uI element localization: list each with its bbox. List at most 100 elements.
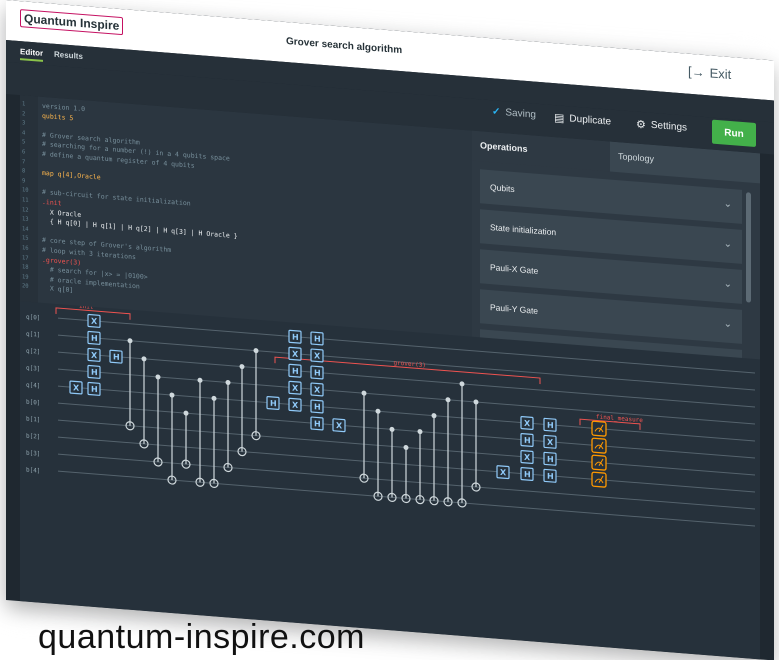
- code-line[interactable]: map q[4],Oracle: [42, 169, 101, 182]
- gate-label: H: [314, 402, 321, 412]
- gate-label: X: [336, 421, 343, 431]
- gate-label: H: [314, 419, 321, 429]
- code-line[interactable]: qubits 5: [42, 111, 73, 121]
- control-dot: [473, 399, 479, 405]
- qubit-wire: [58, 385, 755, 442]
- gate-label: H: [91, 385, 98, 395]
- line-number: 1: [22, 101, 26, 108]
- qubit-label: b[1]: [26, 416, 40, 424]
- control-dot: [445, 397, 451, 403]
- qubit-label: q[3]: [26, 365, 40, 373]
- line-number: 10: [22, 187, 29, 195]
- gate-label: H: [113, 352, 120, 362]
- control-dot: [197, 377, 203, 383]
- operation-label: Pauli-Y Gate: [490, 302, 539, 316]
- qubit-wire: [58, 368, 755, 425]
- chevron-down-icon: ⌄: [723, 318, 732, 331]
- line-number: 16: [22, 245, 29, 252]
- screenshot-scene: Quantum Inspire Grover search algorithm …: [0, 0, 779, 660]
- line-number: 11: [22, 197, 29, 204]
- duplicate-label: Duplicate: [569, 113, 612, 128]
- gear-icon: ⚙: [636, 118, 646, 132]
- tab-editor[interactable]: Editor: [20, 47, 44, 62]
- operation-label: State initialization: [490, 222, 557, 238]
- gate-label: H: [91, 368, 98, 378]
- gate-label: X: [314, 385, 321, 395]
- line-number: 20: [22, 283, 29, 291]
- qubit-label: b[4]: [26, 467, 40, 475]
- line-number: 8: [22, 168, 26, 175]
- gate-label: X: [91, 317, 98, 327]
- saving-label: Saving: [505, 107, 536, 121]
- check-icon: ✓: [492, 106, 501, 118]
- gate-label: X: [292, 350, 299, 360]
- footer-url: quantum-inspire.com: [38, 618, 365, 656]
- logo[interactable]: Quantum Inspire: [20, 9, 124, 36]
- qubit-label: q[1]: [26, 331, 40, 339]
- qubit-label: q[4]: [26, 382, 40, 390]
- line-number: 4: [22, 130, 26, 137]
- gate-label: H: [524, 470, 531, 480]
- code-editor[interactable]: 1 2 3 4 5 6 7 8 9 10 11 12 13 14 15 16 17 18 19 20 version …: [20, 95, 472, 341]
- run-button[interactable]: Run: [712, 119, 756, 148]
- control-dot: [389, 426, 395, 432]
- control-dot: [211, 395, 217, 401]
- line-number: 19: [22, 274, 29, 281]
- control-dot: [417, 429, 423, 435]
- control-dot: [155, 374, 161, 380]
- operations-scrollbar[interactable]: [746, 192, 751, 303]
- qubit-label: b[3]: [26, 450, 40, 458]
- exit-icon: [→: [688, 63, 705, 80]
- line-number: 5: [22, 139, 26, 146]
- gate-label: H: [547, 421, 554, 431]
- gate-label: H: [270, 399, 277, 409]
- chevron-down-icon: ⌄: [723, 278, 732, 291]
- control-dot: [375, 408, 381, 414]
- control-dot: [183, 410, 189, 416]
- line-number: 15: [22, 235, 29, 243]
- page-title: Grover search algorithm: [286, 36, 403, 57]
- gate-label: X: [292, 401, 299, 411]
- subcircuit-label: grover(3): [394, 360, 426, 370]
- gate-label: X: [314, 351, 321, 361]
- exit-label: Exit: [709, 65, 732, 83]
- code-line[interactable]: X q[0]: [42, 284, 74, 295]
- chevron-down-icon: ⌄: [723, 238, 732, 251]
- settings-button[interactable]: ⚙ Settings: [636, 118, 687, 135]
- duplicate-button[interactable]: ▤ Duplicate: [554, 111, 611, 128]
- gate-label: H: [314, 334, 321, 344]
- gate-label: H: [91, 334, 98, 344]
- gate-label: X: [547, 438, 554, 448]
- qubit-label: q[2]: [26, 348, 40, 356]
- operation-label: Qubits: [490, 182, 515, 195]
- line-number: 14: [22, 226, 29, 233]
- line-number: 9: [22, 178, 26, 185]
- circuit-diagram: q[0] q[1] q[2] q[3] q[4] b[0] b[1] b[2] b[3] b[4]…: [26, 303, 755, 527]
- qubit-label: b[0]: [26, 399, 40, 407]
- app-window: Quantum Inspire Grover search algorithm …: [6, 0, 774, 660]
- gate-label: X: [500, 468, 507, 478]
- gate-label: H: [292, 367, 299, 377]
- control-dot: [361, 390, 367, 396]
- exit-button[interactable]: [→ Exit: [688, 64, 731, 82]
- gate-label: H: [547, 455, 554, 465]
- copy-icon: ▤: [554, 112, 565, 125]
- tab-results[interactable]: Results: [54, 50, 83, 61]
- line-number: 18: [22, 264, 29, 271]
- chevron-down-icon: ⌄: [723, 198, 732, 211]
- code-line[interactable]: { H q[0] | H q[1] | H q[2] | H q[3] | H …: [42, 217, 238, 241]
- circuit-view[interactable]: q[0] q[1] q[2] q[3] q[4] b[0] b[1] b[2] b[3] b[4]…: [20, 301, 760, 660]
- gate-label: H: [524, 436, 531, 446]
- gate-label: H: [547, 472, 554, 482]
- line-number: 3: [22, 120, 26, 127]
- code-line[interactable]: # sub-circuit for state initialization: [42, 188, 191, 208]
- control-dot: [253, 348, 259, 354]
- gate-label: H: [314, 368, 321, 378]
- control-dot: [459, 381, 465, 387]
- gate-label: X: [524, 453, 531, 463]
- control-dot: [431, 413, 437, 419]
- code-line[interactable]: .init: [42, 198, 62, 208]
- line-number: 6: [22, 149, 26, 156]
- line-number: 13: [22, 216, 29, 223]
- control-dot: [127, 338, 133, 344]
